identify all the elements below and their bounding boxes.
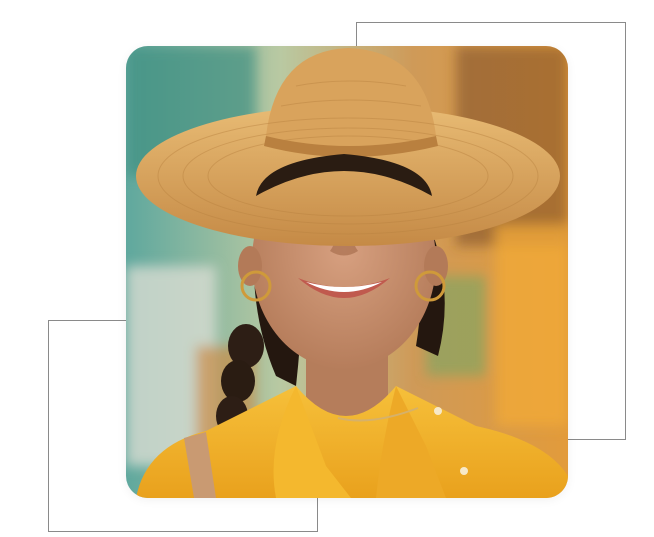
shirt-button xyxy=(460,467,468,475)
ear-right xyxy=(424,246,448,286)
ear-left xyxy=(238,246,262,286)
portrait-photo xyxy=(126,46,568,498)
hero-image-composition xyxy=(0,0,654,537)
portrait-illustration xyxy=(126,46,568,498)
shirt-button xyxy=(434,407,442,415)
